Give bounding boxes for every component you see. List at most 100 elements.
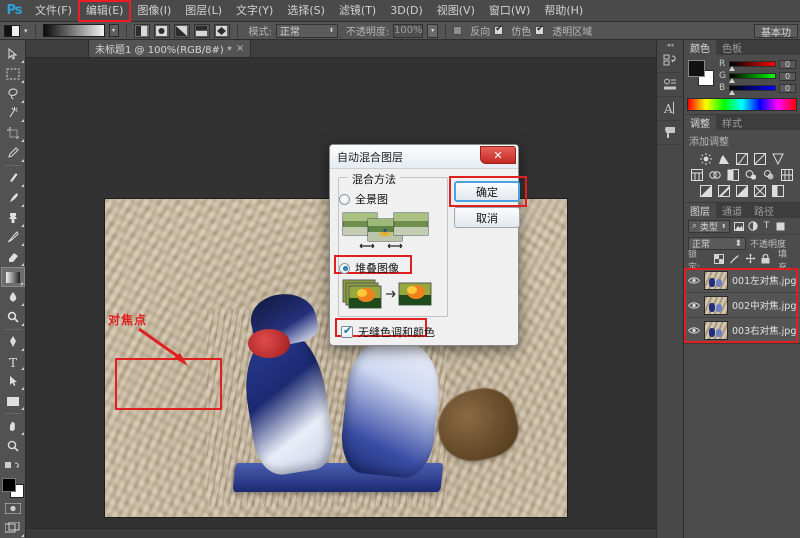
close-icon[interactable]: × <box>236 43 244 54</box>
color-spectrum-ramp[interactable] <box>687 98 797 111</box>
type-tool[interactable]: T <box>1 352 25 372</box>
lock-transparent-pixels-icon[interactable] <box>714 253 725 267</box>
panel-grip-icon[interactable]: ◂◂ <box>657 40 683 49</box>
paragraph-panel-icon[interactable] <box>657 121 683 145</box>
menu-item-file[interactable]: 文件(F) <box>28 1 79 21</box>
menu-item-type[interactable]: 文字(Y) <box>229 1 280 21</box>
clone-stamp-tool[interactable] <box>1 208 25 228</box>
menu-item-3d[interactable]: 3D(D) <box>383 1 430 21</box>
blur-tool[interactable] <box>1 287 25 307</box>
crop-tool[interactable] <box>1 123 25 143</box>
lasso-tool[interactable] <box>1 84 25 104</box>
foreground-color-swatch[interactable] <box>1 477 16 492</box>
menu-item-window[interactable]: 窗口(W) <box>482 1 537 21</box>
tab-layers[interactable]: 图层 <box>684 203 716 218</box>
path-selection-tool[interactable] <box>1 371 25 391</box>
radio-panorama[interactable]: 全景图 <box>339 191 388 207</box>
history-brush-tool[interactable] <box>1 228 25 248</box>
tab-paths[interactable]: 路径 <box>748 203 780 218</box>
layer-visibility-icon[interactable] <box>687 276 700 285</box>
gradient-map-icon[interactable] <box>754 184 767 197</box>
slider-thumb-icon[interactable] <box>729 66 735 71</box>
radio-icon[interactable] <box>339 193 350 205</box>
marquee-tool[interactable] <box>1 64 25 84</box>
foreground-color-swatch[interactable] <box>688 60 705 77</box>
invert-icon[interactable] <box>700 184 713 197</box>
filter-pixel-icon[interactable] <box>733 221 744 232</box>
eyedropper-tool[interactable] <box>1 143 25 163</box>
blue-slider[interactable] <box>729 85 776 95</box>
gradient-preview[interactable] <box>42 24 105 37</box>
dodge-tool[interactable] <box>1 307 25 327</box>
filter-adjustment-icon[interactable] <box>747 221 758 232</box>
hand-tool[interactable] <box>1 416 25 436</box>
quick-mask-toggle[interactable] <box>1 498 25 518</box>
photo-filter-icon[interactable] <box>745 168 758 181</box>
gradient-angle-button[interactable] <box>173 23 190 38</box>
lock-all-icon[interactable] <box>761 253 770 267</box>
tab-styles[interactable]: 样式 <box>716 115 748 130</box>
gradient-picker-chevron-icon[interactable]: ▾ <box>108 24 119 37</box>
red-value[interactable]: 0 <box>779 59 796 69</box>
move-tool[interactable] <box>1 44 25 64</box>
threshold-icon[interactable] <box>736 184 749 197</box>
green-value[interactable]: 0 <box>779 71 796 81</box>
brush-tool[interactable] <box>1 188 25 208</box>
layer-visibility-icon[interactable] <box>687 301 700 310</box>
lock-position-icon[interactable] <box>745 253 756 267</box>
posterize-icon[interactable] <box>718 184 731 197</box>
menu-item-layer[interactable]: 图层(L) <box>178 1 229 21</box>
color-balance-icon[interactable] <box>709 168 722 181</box>
radio-icon[interactable] <box>339 262 350 274</box>
color-panel-swatches[interactable] <box>688 60 714 86</box>
channel-mixer-icon[interactable] <box>763 168 776 181</box>
gradient-linear-button[interactable] <box>133 23 150 38</box>
radio-stack-images[interactable]: 堆叠图像 <box>339 260 399 276</box>
curves-icon[interactable] <box>736 152 749 165</box>
brightness-contrast-icon[interactable] <box>700 152 713 165</box>
green-slider[interactable] <box>729 73 776 83</box>
properties-panel-icon[interactable] <box>657 73 683 97</box>
selective-color-icon[interactable] <box>772 184 785 197</box>
slider-thumb-icon[interactable] <box>729 78 735 83</box>
pen-tool[interactable] <box>1 332 25 352</box>
ok-button[interactable]: 确定 <box>454 181 520 202</box>
color-lookup-icon[interactable] <box>781 168 794 181</box>
menu-item-image[interactable]: 图像(I) <box>130 1 178 21</box>
transparency-checkbox[interactable] <box>535 24 545 35</box>
table-row[interactable]: 001左对焦.jpg <box>684 268 800 293</box>
reverse-checkbox[interactable] <box>453 26 463 35</box>
rectangle-shape-tool[interactable] <box>1 391 25 411</box>
tab-color[interactable]: 颜色 <box>684 40 716 55</box>
gradient-diamond-button[interactable] <box>213 23 230 38</box>
tab-channels[interactable]: 通道 <box>716 203 748 218</box>
spot-healing-brush-tool[interactable] <box>1 168 25 188</box>
red-slider[interactable] <box>729 61 776 71</box>
opacity-input[interactable]: 100% <box>393 23 424 38</box>
black-white-icon[interactable] <box>727 168 740 181</box>
screen-mode-toggle[interactable] <box>1 518 25 538</box>
document-tab[interactable]: 未标题1 @ 100%(RGB/8#) * × <box>88 39 252 57</box>
checkbox-icon[interactable] <box>341 324 353 338</box>
gradient-radial-button[interactable] <box>153 23 170 38</box>
menu-item-view[interactable]: 视图(V) <box>430 1 482 21</box>
zoom-tool[interactable] <box>1 436 25 456</box>
close-icon[interactable]: ✕ <box>480 146 516 164</box>
exposure-icon[interactable] <box>754 152 767 165</box>
menu-item-edit[interactable]: 编辑(E) <box>77 0 132 22</box>
table-row[interactable]: 003右对焦.jpg <box>684 318 800 343</box>
tab-swatches[interactable]: 色板 <box>716 40 748 55</box>
history-panel-icon[interactable] <box>657 49 683 73</box>
quick-mask-extra-tools[interactable] <box>1 456 25 476</box>
magic-wand-tool[interactable] <box>1 104 25 124</box>
blend-mode-select[interactable]: 正常 ⬍ <box>275 23 338 38</box>
checkbox-seamless-tones-colors[interactable]: 无缝色调和颜色 <box>341 324 435 340</box>
opacity-chevron-icon[interactable]: ▾ <box>427 23 439 38</box>
filter-shape-icon[interactable] <box>775 221 786 232</box>
menu-item-select[interactable]: 选择(S) <box>280 1 332 21</box>
slider-thumb-icon[interactable] <box>729 90 735 95</box>
workspace-switcher-button[interactable]: 基本功 <box>754 24 798 39</box>
vibrance-icon[interactable] <box>772 152 785 165</box>
character-panel-icon[interactable]: A <box>657 97 683 121</box>
hue-saturation-icon[interactable] <box>691 168 704 181</box>
